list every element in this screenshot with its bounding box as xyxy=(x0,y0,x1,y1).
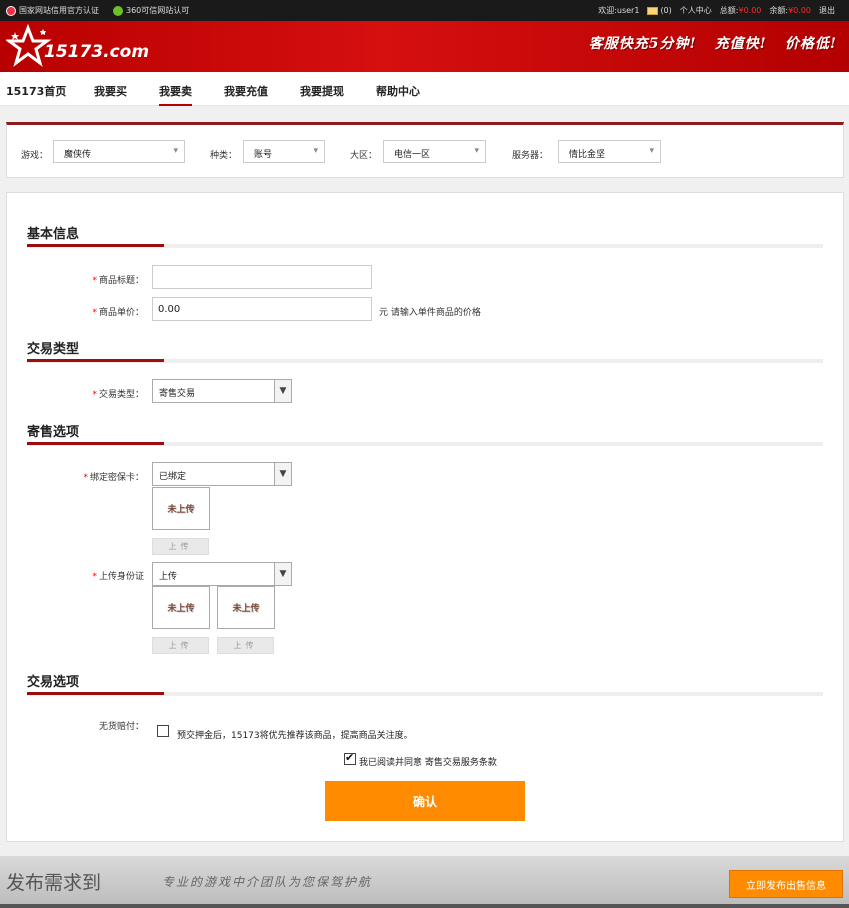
card-image-status: 未上传 xyxy=(167,505,195,515)
chevron-down-icon: ▼ xyxy=(274,463,291,485)
type-label: 种类： xyxy=(210,151,238,161)
nav-sell[interactable]: 我要卖 xyxy=(159,83,192,106)
site-header: 15173.com 客服快充5分钟! 充值快! 价格低! xyxy=(0,21,849,72)
balance-value: ¥0.00 xyxy=(788,6,811,15)
trade-options-title: 交易选项 xyxy=(27,675,80,690)
product-title-label-text: 商品标题： xyxy=(98,276,144,286)
trade-options-divider xyxy=(27,692,823,696)
mail-link[interactable]: (0) xyxy=(647,6,672,15)
nav-home[interactable]: 15173首页 xyxy=(6,83,66,99)
mail-icon xyxy=(647,6,659,15)
trade-type-label: * 交易类型： xyxy=(92,390,144,400)
unit-price-hint: 元 请输入单件商品的价格 xyxy=(379,308,481,318)
consign-options-title: 寄售选项 xyxy=(27,425,80,440)
user-center-link[interactable]: 个人中心 xyxy=(680,5,712,16)
top-bar: 国家网站信用官方认证 360可信网站认可 欢迎:user1 (0) 个人中心 总… xyxy=(0,0,849,21)
id-card-label: * 上传身份证 xyxy=(92,572,144,582)
trade-type-title: 交易类型 xyxy=(27,342,80,357)
id-card-value: 上传 xyxy=(159,572,178,582)
nav-recharge[interactable]: 我要充值 xyxy=(224,83,268,99)
trade-type-divider xyxy=(27,359,823,363)
id-front-status: 未上传 xyxy=(167,604,195,614)
shield-check-icon xyxy=(113,5,123,16)
main-nav: 15173首页 我要买 我要卖 我要充值 我要提现 帮助中心 xyxy=(0,72,849,106)
agree-terms-text[interactable]: 我已阅读并同意 寄售交易服务条款 xyxy=(359,755,497,768)
compensation-checkbox[interactable] xyxy=(157,725,169,737)
banner-heading: 发布需求到 xyxy=(6,872,102,894)
slogan-3: 价格低! xyxy=(784,36,837,52)
type-select[interactable]: 账号 xyxy=(243,140,325,163)
balance-amount: 余额:¥0.00 xyxy=(769,5,811,16)
id-front-preview: 未上传 xyxy=(152,586,210,629)
trade-type-select[interactable]: 寄售交易 ▼ xyxy=(152,379,292,403)
logout-link[interactable]: 退出 xyxy=(819,5,835,16)
product-title-label: * 商品标题： xyxy=(92,276,144,286)
id-card-select[interactable]: 上传 ▼ xyxy=(152,562,292,586)
card-upload-button[interactable]: 上传 xyxy=(152,538,209,555)
bind-card-select[interactable]: 已绑定 ▼ xyxy=(152,462,292,486)
total-label: 总额: xyxy=(719,6,739,15)
unit-price-input[interactable]: 0.00 xyxy=(152,297,372,321)
total-amount: 总额:¥0.00 xyxy=(720,5,762,16)
bind-card-value: 已绑定 xyxy=(159,472,187,482)
slogan-1: 客服快充5分钟! xyxy=(588,36,697,52)
chevron-down-icon: ▼ xyxy=(274,563,291,585)
unit-price-label: * 商品单价： xyxy=(92,308,144,318)
region-value: 电信一区 xyxy=(394,150,431,160)
id-back-preview: 未上传 xyxy=(217,586,275,629)
region-label: 大区： xyxy=(350,151,378,161)
publish-sale-button[interactable]: 立即发布出售信息 xyxy=(729,870,843,898)
server-value: 情比金坚 xyxy=(569,150,606,160)
compensation-text: 预交押金后，15173将优先推荐该商品，提高商品关注度。 xyxy=(177,731,413,741)
welcome-text: 欢迎:user1 xyxy=(598,6,640,15)
basic-info-divider xyxy=(27,244,823,248)
trade-type-value: 寄售交易 xyxy=(159,389,196,399)
sell-form-panel: 基本信息 * 商品标题： * 商品单价： 0.00 元 请输入单件商品的价格 交易类… xyxy=(6,192,844,842)
chevron-down-icon: ▼ xyxy=(274,380,291,402)
cert-official[interactable]: 国家网站信用官方认证 xyxy=(6,5,99,16)
trade-type-label-text: 交易类型： xyxy=(98,390,144,400)
cert-official-text: 国家网站信用官方认证 xyxy=(19,6,99,15)
id-back-status: 未上传 xyxy=(232,604,260,614)
consign-options-divider xyxy=(27,442,823,446)
cert-360[interactable]: 360可信网站认可 xyxy=(113,5,189,16)
agree-terms-checkbox[interactable] xyxy=(344,751,356,765)
site-logo[interactable]: 15173.com xyxy=(4,23,150,68)
id-back-upload-button[interactable]: 上传 xyxy=(217,637,274,654)
unit-price-label-text: 商品单价： xyxy=(98,308,144,318)
compensation-label: 无货赔付： xyxy=(98,722,144,732)
game-label: 游戏： xyxy=(21,151,49,161)
unit-price-value: 0.00 xyxy=(158,304,181,315)
card-image-preview: 未上传 xyxy=(152,487,210,530)
cert-badge-icon xyxy=(6,5,16,16)
nav-buy[interactable]: 我要买 xyxy=(94,83,127,99)
server-select[interactable]: 情比金坚 xyxy=(558,140,661,163)
product-title-input[interactable] xyxy=(152,265,372,289)
game-select[interactable]: 魔侠传 xyxy=(53,140,185,163)
id-front-upload-button[interactable]: 上传 xyxy=(152,637,209,654)
total-value: ¥0.00 xyxy=(738,6,762,15)
game-value: 魔侠传 xyxy=(64,150,92,160)
type-value: 账号 xyxy=(254,150,273,160)
mail-count: (0) xyxy=(660,6,672,15)
region-select[interactable]: 电信一区 xyxy=(383,140,486,163)
slogan-2: 充值快! xyxy=(714,36,767,52)
basic-info-title: 基本信息 xyxy=(27,227,80,242)
balance-label: 余额: xyxy=(769,6,789,15)
logo-text: 15173.com xyxy=(44,42,150,62)
publish-banner: 发布需求到 专业的游戏中介团队为您保驾护航 立即发布出售信息 xyxy=(0,856,849,908)
game-filter-bar: 游戏： 魔侠传 种类： 账号 大区： 电信一区 服务器： 情比金坚 xyxy=(6,122,844,178)
cert-360-text: 360可信网站认可 xyxy=(126,6,190,15)
header-slogan: 客服快充5分钟! 充值快! 价格低! xyxy=(589,33,837,53)
bind-card-label: * 绑定密保卡： xyxy=(83,473,144,483)
id-card-label-text: 上传身份证 xyxy=(98,572,144,582)
banner-slogan: 专业的游戏中介团队为您保驾护航 xyxy=(162,875,373,889)
confirm-button[interactable]: 确认 xyxy=(325,781,525,821)
nav-withdraw[interactable]: 我要提现 xyxy=(300,83,344,99)
nav-help[interactable]: 帮助中心 xyxy=(376,83,420,99)
server-label: 服务器： xyxy=(512,151,549,161)
bind-card-label-text: 绑定密保卡： xyxy=(89,473,144,483)
